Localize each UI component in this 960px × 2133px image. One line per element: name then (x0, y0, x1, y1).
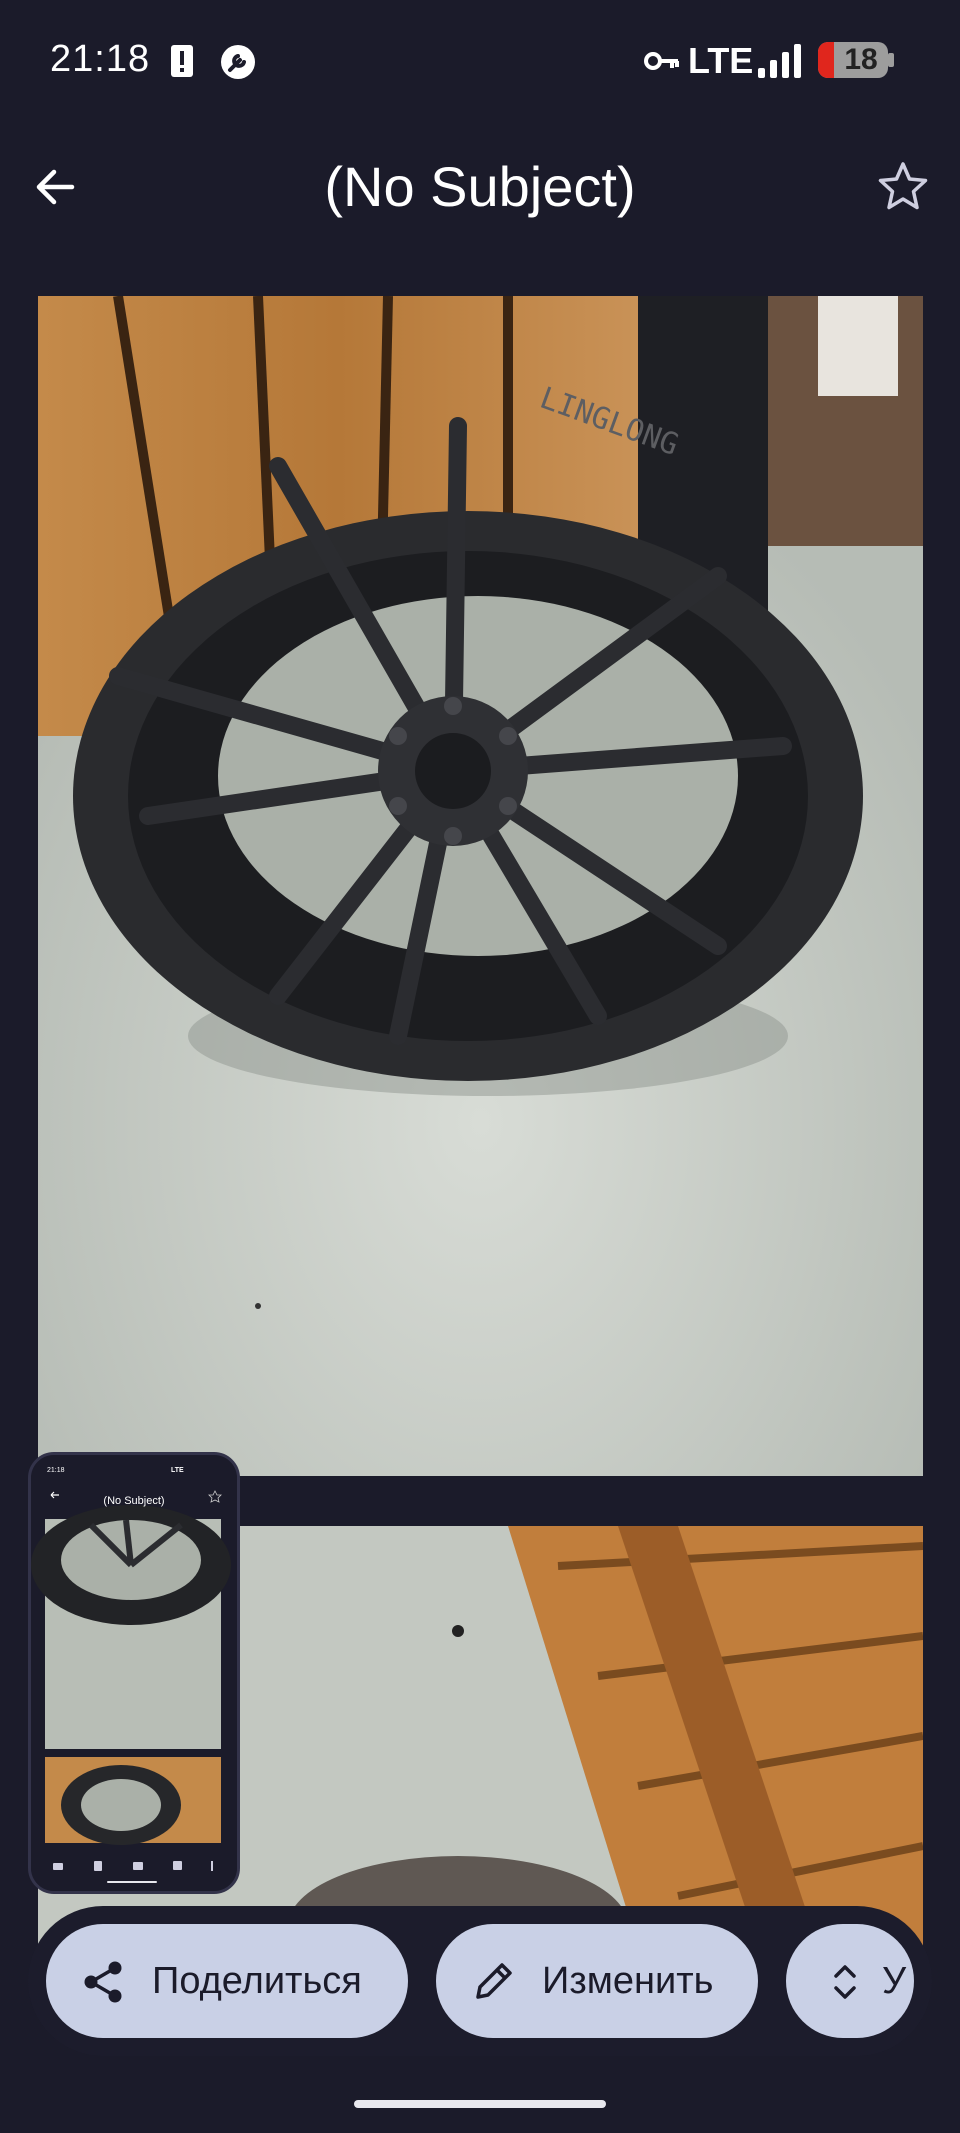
signal-icon (758, 44, 801, 78)
wrench-icon (221, 45, 255, 79)
screen: 21:18 LTE 18 (No Subject) LINGLONG 21:18… (0, 0, 960, 2133)
edit-button[interactable]: Изменить (436, 1924, 758, 2038)
status-bar: 21:18 LTE 18 (0, 0, 960, 120)
alert-icon (171, 45, 193, 77)
battery-level: 18 (844, 43, 878, 76)
network-type: LTE (688, 40, 754, 81)
share-icon (84, 1961, 122, 2003)
share-label: Поделиться (152, 1960, 362, 2002)
more-action-label: У (882, 1960, 907, 2002)
home-indicator[interactable] (354, 2100, 606, 2108)
top-app-bar: (No Subject) (0, 130, 960, 250)
back-arrow-icon[interactable] (26, 156, 88, 218)
edit-label: Изменить (542, 1960, 714, 2002)
thumbnail-preview (31, 1455, 237, 1891)
share-button[interactable]: Поделиться (46, 1924, 408, 2038)
bottom-action-bar: Поделиться Изменить У (28, 1906, 932, 2056)
more-action-button[interactable]: У (786, 1924, 914, 2038)
vpn-key-icon (644, 52, 679, 70)
thumbnail-network: LTE (171, 1467, 184, 1474)
page-title: (No Subject) (324, 155, 636, 218)
thumbnail-title: (No Subject) (103, 1495, 165, 1507)
wheel-photo-image: LINGLONG (38, 296, 923, 1476)
thumbnail-time: 21:18 (47, 1467, 65, 1474)
status-time: 21:18 (50, 38, 151, 80)
screenshot-thumbnail[interactable]: 21:18 LTE (No Subject) (28, 1452, 240, 1894)
star-icon[interactable] (872, 156, 934, 218)
photo-wheel[interactable]: LINGLONG (38, 296, 923, 1476)
pencil-icon (476, 1963, 512, 1999)
expand-icon (834, 1965, 856, 1999)
